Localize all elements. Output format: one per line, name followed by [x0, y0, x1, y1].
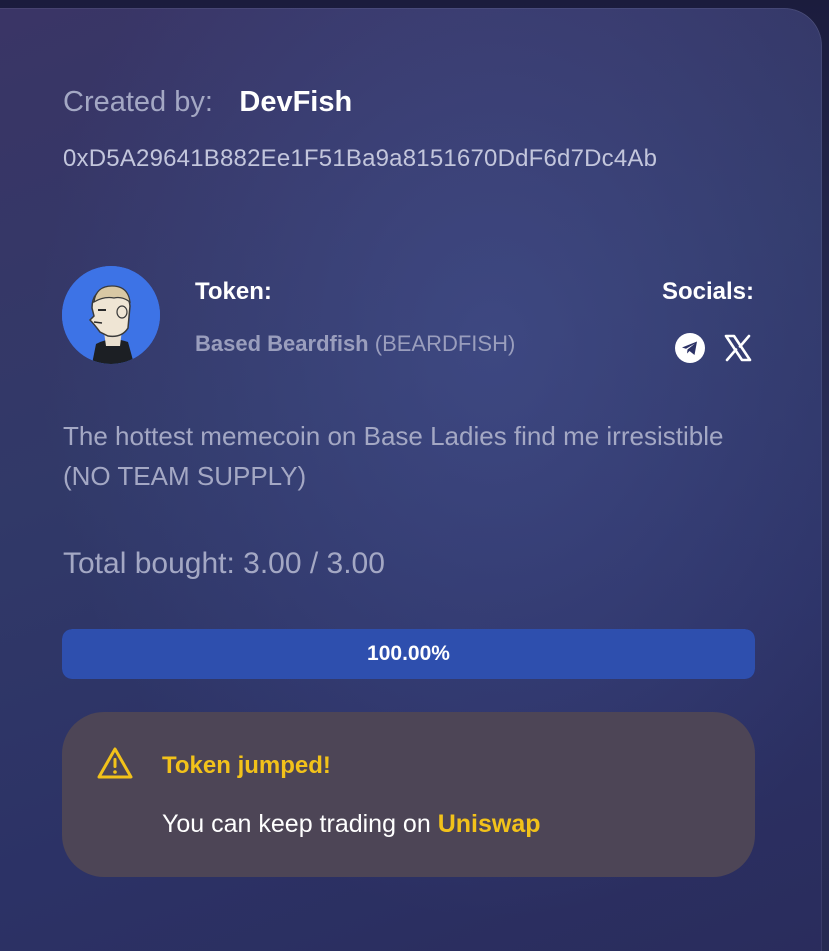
creator-line: Created by: DevFish [63, 82, 352, 127]
alert-title: Token jumped! [162, 752, 331, 779]
warning-icon [96, 746, 134, 780]
total-bought-text: Total bought: 3.00 / 3.00 [63, 547, 385, 580]
creator-address[interactable]: 0xD5A29641B882Ee1F51Ba9a8151670DdF6d7Dc4… [63, 140, 763, 178]
token-symbol: (BEARDFISH) [374, 331, 516, 356]
token-name: Based Beardfish [195, 331, 369, 356]
creator-name[interactable]: DevFish [239, 86, 352, 118]
socials-label: Socials: [661, 278, 754, 305]
alert-body-text: You can keep trading on [162, 810, 431, 838]
page: Created by: DevFish 0xD5A29641B882Ee1F51… [0, 0, 829, 951]
alert-body: You can keep trading on Uniswap [162, 806, 541, 842]
token-avatar [62, 266, 160, 364]
progress-bar: 100.00% [62, 629, 755, 679]
beardfish-avatar-icon [62, 266, 160, 364]
token-description: The hottest memecoin on Base Ladies find… [63, 421, 724, 491]
x-icon[interactable] [722, 332, 754, 364]
telegram-icon[interactable] [674, 332, 706, 364]
uniswap-link[interactable]: Uniswap [438, 810, 541, 838]
token-label: Token: [195, 278, 272, 305]
token-jumped-alert [62, 712, 755, 877]
token-name-line: Based Beardfish (BEARDFISH) [195, 328, 515, 360]
created-by-label: Created by: [63, 86, 213, 118]
progress-percent-label: 100.00% [367, 642, 450, 665]
